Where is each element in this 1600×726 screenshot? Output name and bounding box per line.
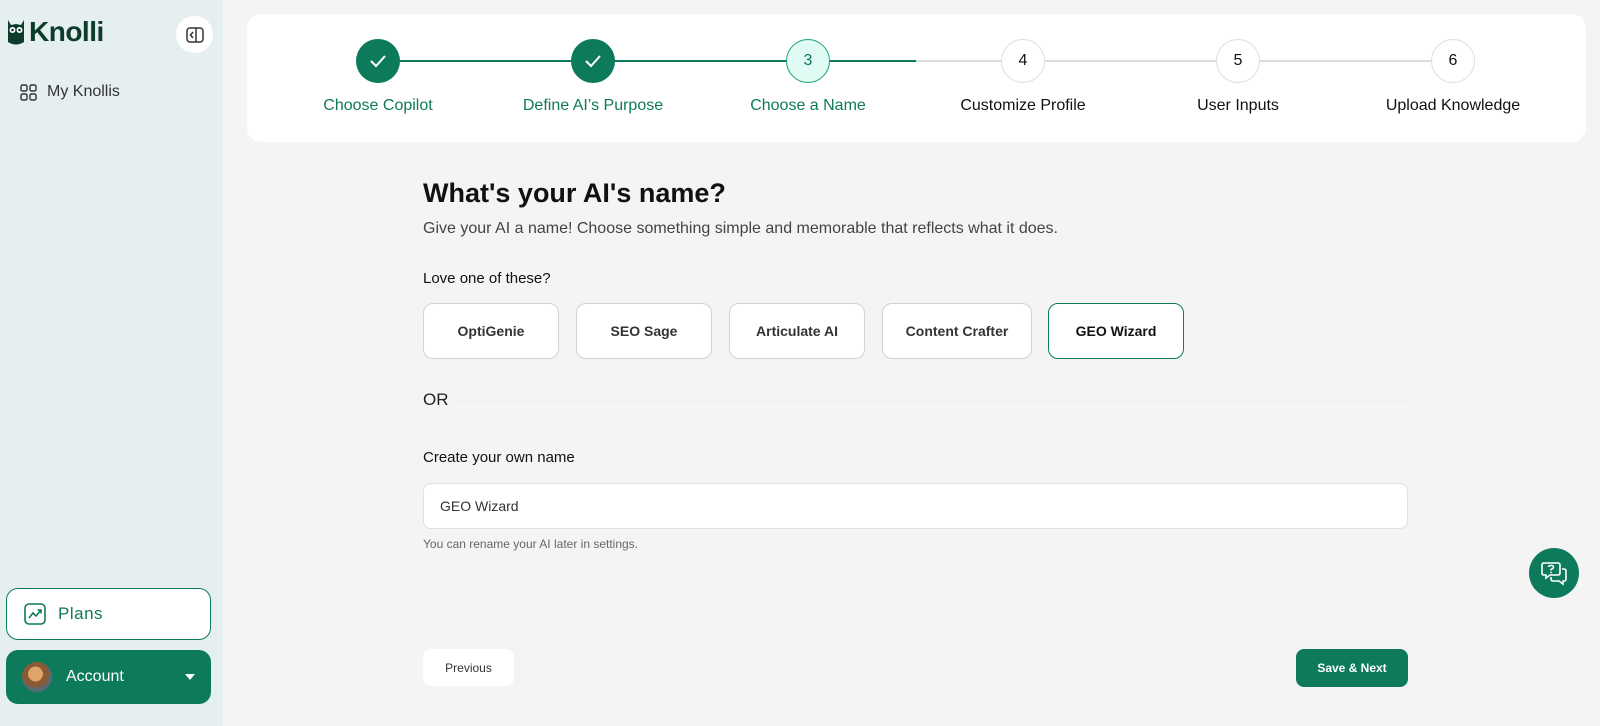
- custom-name-input[interactable]: [423, 483, 1408, 529]
- sidebar-item-my-knollis[interactable]: My Knollis: [20, 83, 120, 101]
- logo-text: Knolli: [29, 16, 104, 47]
- step-circle: 6: [1431, 39, 1475, 83]
- grid-icon: [20, 83, 37, 101]
- progress-stepper: Choose Copilot Define AI’s Purpose 3 Cho…: [247, 14, 1586, 142]
- check-icon: [585, 55, 601, 68]
- suggestions-label: Love one of these?: [423, 270, 551, 287]
- suggestion-chip-articulate-ai[interactable]: Articulate AI: [729, 303, 865, 359]
- check-icon: [370, 55, 386, 68]
- step-choose-name[interactable]: 3 Choose a Name: [708, 39, 908, 115]
- or-divider-label: OR: [423, 390, 449, 409]
- suggestion-chip-seo-sage[interactable]: SEO Sage: [576, 303, 712, 359]
- step-circle: 4: [1001, 39, 1045, 83]
- plans-label: Plans: [58, 604, 104, 623]
- chat-help-icon: [1541, 562, 1567, 586]
- step-circle: [571, 39, 615, 83]
- rename-hint: You can rename your AI later in settings…: [423, 537, 639, 551]
- save-next-button[interactable]: Save & Next: [1296, 649, 1408, 687]
- step-circle: [356, 39, 400, 83]
- step-user-inputs[interactable]: 5 User Inputs: [1138, 39, 1338, 115]
- step-define-purpose[interactable]: Define AI’s Purpose: [493, 39, 693, 115]
- help-chat-button[interactable]: [1529, 548, 1579, 598]
- or-divider-line: [453, 401, 1408, 402]
- suggestion-chip-optigenie[interactable]: OptiGenie: [423, 303, 559, 359]
- suggestion-chip-content-crafter[interactable]: Content Crafter: [882, 303, 1032, 359]
- plans-button[interactable]: Plans: [6, 588, 211, 640]
- step-label: Choose Copilot: [323, 97, 433, 114]
- step-circle: 3: [786, 39, 830, 83]
- page-subtitle: Give your AI a name! Choose something si…: [423, 220, 1058, 237]
- step-choose-copilot[interactable]: Choose Copilot: [278, 39, 478, 115]
- page-title: What's your AI's name?: [423, 178, 726, 208]
- collapse-sidebar-button[interactable]: [176, 16, 213, 53]
- step-upload-knowledge[interactable]: 6 Upload Knowledge: [1353, 39, 1553, 115]
- step-label: Choose a Name: [750, 97, 866, 114]
- previous-button[interactable]: Previous: [423, 649, 514, 686]
- logo[interactable]: Knolli: [6, 16, 104, 48]
- step-circle: 5: [1216, 39, 1260, 83]
- sidebar-collapse-icon: [185, 26, 204, 43]
- owl-logo-icon: [8, 20, 24, 45]
- step-label: User Inputs: [1197, 97, 1279, 114]
- account-label: Account: [66, 668, 124, 685]
- step-label: Customize Profile: [960, 97, 1086, 114]
- account-button[interactable]: Account: [6, 650, 211, 704]
- step-label: Upload Knowledge: [1385, 97, 1521, 114]
- sidebar-item-label: My Knollis: [47, 83, 120, 100]
- custom-name-label: Create your own name: [423, 449, 575, 466]
- sidebar: Knolli My Knollis Plans Account: [0, 0, 223, 726]
- trending-up-icon: [24, 603, 46, 625]
- avatar: [22, 662, 52, 692]
- suggestion-chip-geo-wizard[interactable]: GEO Wizard: [1048, 303, 1184, 359]
- step-customize-profile[interactable]: 4 Customize Profile: [923, 39, 1123, 115]
- step-label: Define AI’s Purpose: [522, 97, 664, 114]
- caret-down-icon: [185, 674, 195, 680]
